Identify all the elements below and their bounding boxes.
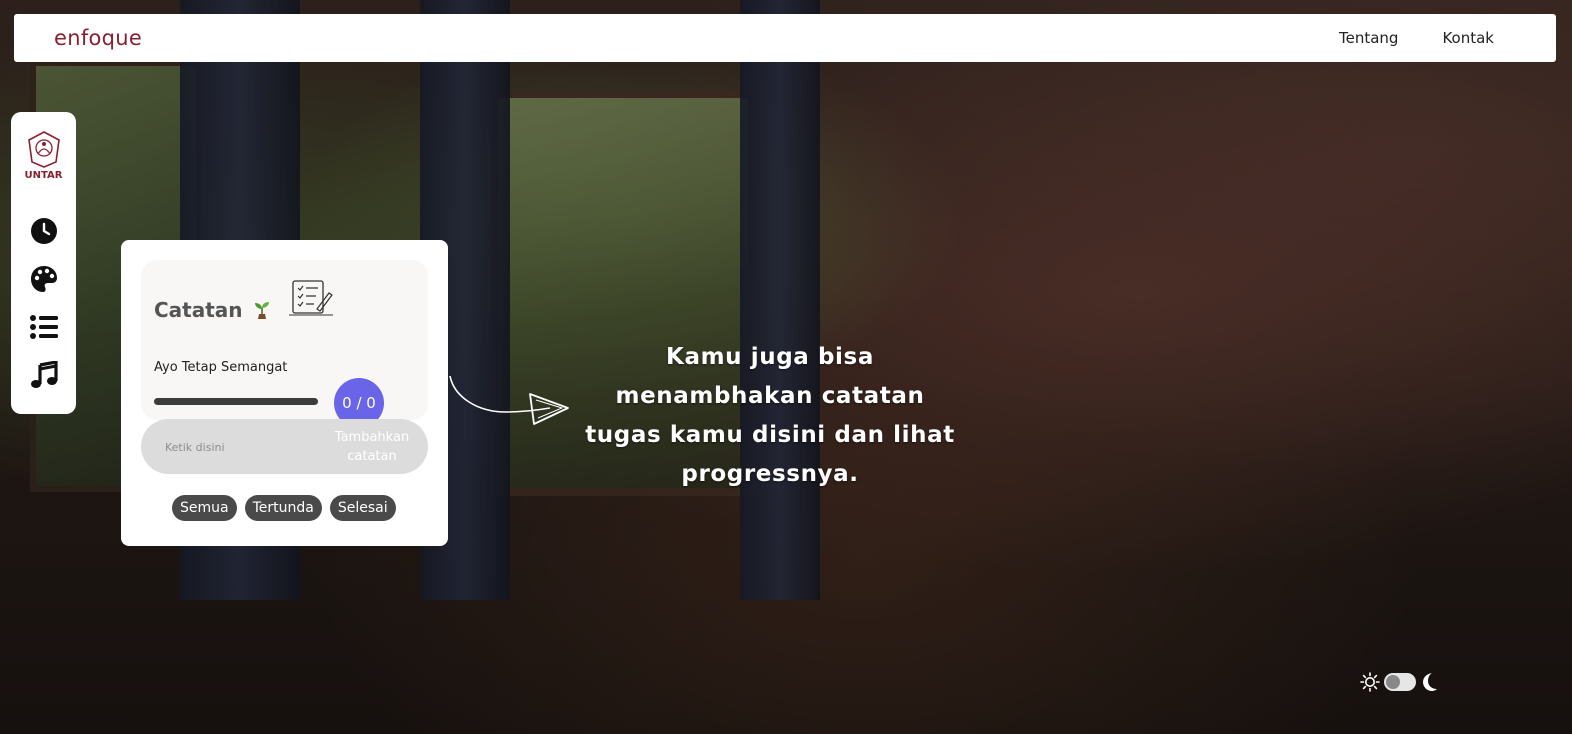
dark-mode-switch[interactable]: [1384, 673, 1416, 691]
nav-link-kontak[interactable]: Kontak: [1442, 29, 1494, 47]
university-logo-text: UNTAR: [24, 170, 63, 181]
filter-buttons: Semua Tertunda Selesai: [172, 495, 396, 521]
filter-all-button[interactable]: Semua: [172, 495, 237, 521]
notes-title: Catatan: [154, 298, 243, 322]
filter-pending-button[interactable]: Tertunda: [244, 495, 322, 521]
university-emblem-icon: [27, 131, 60, 168]
university-logo: UNTAR: [22, 130, 66, 192]
add-note-button[interactable]: Tambahkan catatan: [330, 428, 414, 466]
note-input[interactable]: [163, 433, 317, 461]
list-icon[interactable]: [29, 312, 59, 342]
sidebar: UNTAR: [11, 112, 76, 414]
top-navbar: enfoque Tentang Kontak: [14, 14, 1556, 62]
notes-summary-panel: Catatan Ayo Tetap Semangat 0 / 0: [141, 260, 428, 428]
progress-bar: [154, 398, 318, 405]
curved-arrow-icon: [449, 375, 569, 425]
feature-hint-text: Kamu juga bisa menambhakan catatan tugas…: [585, 344, 955, 487]
moon-icon: [1423, 673, 1437, 691]
checklist-notes-icon: [289, 280, 333, 316]
sprout-icon: [254, 302, 269, 319]
clock-icon[interactable]: [29, 216, 59, 246]
palette-icon[interactable]: [29, 264, 59, 294]
sun-icon: [1360, 672, 1380, 692]
add-note-row: Tambahkan catatan: [141, 419, 428, 474]
notes-card: Catatan Ayo Tetap Semangat 0 / 0 Tambahk…: [121, 240, 448, 546]
music-icon[interactable]: [29, 360, 59, 390]
switch-knob: [1386, 675, 1400, 689]
theme-toggle: [1360, 672, 1438, 692]
nav-links: Tentang Kontak: [1339, 29, 1494, 47]
filter-done-button[interactable]: Selesai: [329, 495, 396, 521]
motivation-text: Ayo Tetap Semangat: [154, 360, 288, 375]
brand-logo[interactable]: enfoque: [54, 26, 142, 50]
notes-title-row: Catatan: [154, 298, 273, 322]
nav-link-tentang[interactable]: Tentang: [1339, 29, 1398, 47]
